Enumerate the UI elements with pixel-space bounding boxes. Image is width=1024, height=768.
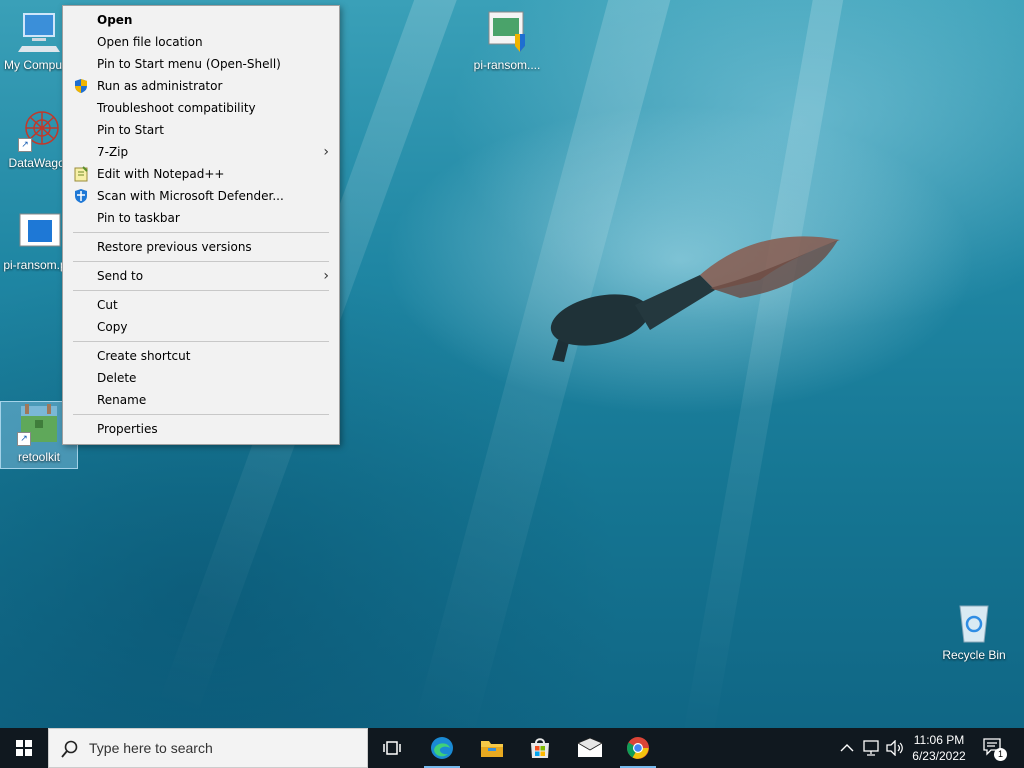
computer-icon xyxy=(18,10,62,54)
menu-item-label: Copy xyxy=(97,320,128,334)
menu-item-label: Properties xyxy=(97,422,158,436)
retoolkit-icon: ↗ xyxy=(17,402,61,446)
light-ray xyxy=(681,0,850,751)
menu-item-label: Restore previous versions xyxy=(97,240,252,254)
recycle-bin-icon xyxy=(952,600,996,644)
desktop-icon-label: Recycle Bin xyxy=(942,648,1006,662)
show-hidden-icons-button[interactable] xyxy=(838,728,856,768)
file-explorer-icon xyxy=(481,741,503,757)
uac-shield-icon xyxy=(73,78,89,94)
clock-time: 11:06 PM xyxy=(913,733,965,747)
menu-item-pin-start-openshell[interactable]: Pin to Start menu (Open-Shell) xyxy=(63,53,339,75)
menu-item-label: Pin to Start xyxy=(97,123,164,137)
menu-item-pin-taskbar[interactable]: Pin to taskbar xyxy=(63,207,339,229)
notepadpp-icon xyxy=(73,166,89,182)
chevron-right-icon: › xyxy=(323,268,329,284)
chevron-up-icon xyxy=(840,744,854,752)
taskbar-edge[interactable] xyxy=(418,728,466,768)
menu-item-delete[interactable]: Delete xyxy=(63,367,339,389)
search-placeholder: Type here to search xyxy=(89,740,213,756)
light-ray xyxy=(413,0,679,741)
task-view-button[interactable] xyxy=(368,728,416,768)
menu-item-label: Open file location xyxy=(97,35,203,49)
menu-item-notepadpp[interactable]: Edit with Notepad++ xyxy=(63,163,339,185)
menu-item-label: Open xyxy=(97,13,133,27)
menu-separator xyxy=(73,414,329,415)
menu-item-label: Pin to taskbar xyxy=(97,211,180,225)
edge-icon xyxy=(431,737,453,759)
menu-item-label: Scan with Microsoft Defender... xyxy=(97,189,284,203)
defender-icon xyxy=(73,188,89,204)
volume-button[interactable] xyxy=(884,728,906,768)
speaker-icon xyxy=(886,740,903,756)
menu-separator xyxy=(73,290,329,291)
menu-item-rename[interactable]: Rename xyxy=(63,389,339,411)
menu-item-label: 7-Zip xyxy=(97,145,129,159)
chrome-icon xyxy=(627,737,649,759)
menu-item-copy[interactable]: Copy xyxy=(63,316,339,338)
installer-icon xyxy=(485,10,529,54)
desktop-icon-label: pi-ransom.... xyxy=(473,58,541,72)
wallpaper-diver xyxy=(550,236,840,362)
menu-item-label: Cut xyxy=(97,298,118,312)
menu-item-create-shortcut[interactable]: Create shortcut xyxy=(63,345,339,367)
menu-item-open-file-location[interactable]: Open file location xyxy=(63,31,339,53)
menu-item-restore-versions[interactable]: Restore previous versions xyxy=(63,236,339,258)
menu-item-label: Send to xyxy=(97,269,144,283)
menu-separator xyxy=(73,341,329,342)
menu-item-open[interactable]: Open xyxy=(63,9,339,31)
menu-item-label: Rename xyxy=(97,393,147,407)
menu-item-label: Create shortcut xyxy=(97,349,191,363)
network-icon xyxy=(863,740,879,756)
windows-logo-icon xyxy=(16,740,32,756)
menu-item-cut[interactable]: Cut xyxy=(63,294,339,316)
menu-separator xyxy=(73,261,329,262)
context-menu: Open Open file location Pin to Start men… xyxy=(62,5,340,445)
desktop-icon-recycle-bin[interactable]: Recycle Bin xyxy=(936,600,1012,662)
menu-item-send-to[interactable]: Send to › xyxy=(63,265,339,287)
desktop-icon-label: retoolkit xyxy=(17,450,61,464)
menu-item-7zip[interactable]: 7-Zip › xyxy=(63,141,339,163)
datawagon-icon: ↗ xyxy=(18,108,62,152)
menu-item-label: Troubleshoot compatibility xyxy=(97,101,256,115)
menu-item-label: Edit with Notepad++ xyxy=(97,167,225,181)
desktop-icon-pi-ransom-exe[interactable]: pi-ransom.... xyxy=(469,10,545,72)
start-button[interactable] xyxy=(0,728,48,768)
taskbar-search-box[interactable]: Type here to search xyxy=(48,728,368,768)
taskbar-chrome[interactable] xyxy=(614,728,662,768)
menu-item-pin-to-start[interactable]: Pin to Start xyxy=(63,119,339,141)
action-center-button[interactable]: 1 xyxy=(980,728,1010,768)
taskbar-clock[interactable]: 11:06 PM 6/23/2022 xyxy=(904,732,974,764)
notification-badge: 1 xyxy=(994,748,1007,761)
menu-item-defender-scan[interactable]: Scan with Microsoft Defender... xyxy=(63,185,339,207)
shortcut-arrow-icon: ↗ xyxy=(18,138,32,152)
menu-item-label: Pin to Start menu (Open-Shell) xyxy=(97,57,281,71)
clock-date: 6/23/2022 xyxy=(912,749,966,763)
taskbar-mail[interactable] xyxy=(566,728,614,768)
document-icon xyxy=(18,210,62,254)
taskbar-file-explorer[interactable] xyxy=(468,728,516,768)
taskbar-store[interactable] xyxy=(516,728,564,768)
chevron-right-icon: › xyxy=(323,144,329,160)
taskbar: Type here to search 11:06 PM 6/23/2022 1 xyxy=(0,728,1024,768)
search-icon xyxy=(61,740,78,758)
menu-item-label: Run as administrator xyxy=(97,79,223,93)
task-view-icon xyxy=(383,741,401,755)
menu-item-run-as-admin[interactable]: Run as administrator xyxy=(63,75,339,97)
menu-item-troubleshoot[interactable]: Troubleshoot compatibility xyxy=(63,97,339,119)
mail-icon xyxy=(577,738,603,757)
menu-separator xyxy=(73,232,329,233)
menu-item-label: Delete xyxy=(97,371,137,385)
network-button[interactable] xyxy=(860,728,882,768)
menu-item-properties[interactable]: Properties xyxy=(63,418,339,440)
store-icon xyxy=(531,738,549,758)
shortcut-arrow-icon: ↗ xyxy=(17,432,31,446)
